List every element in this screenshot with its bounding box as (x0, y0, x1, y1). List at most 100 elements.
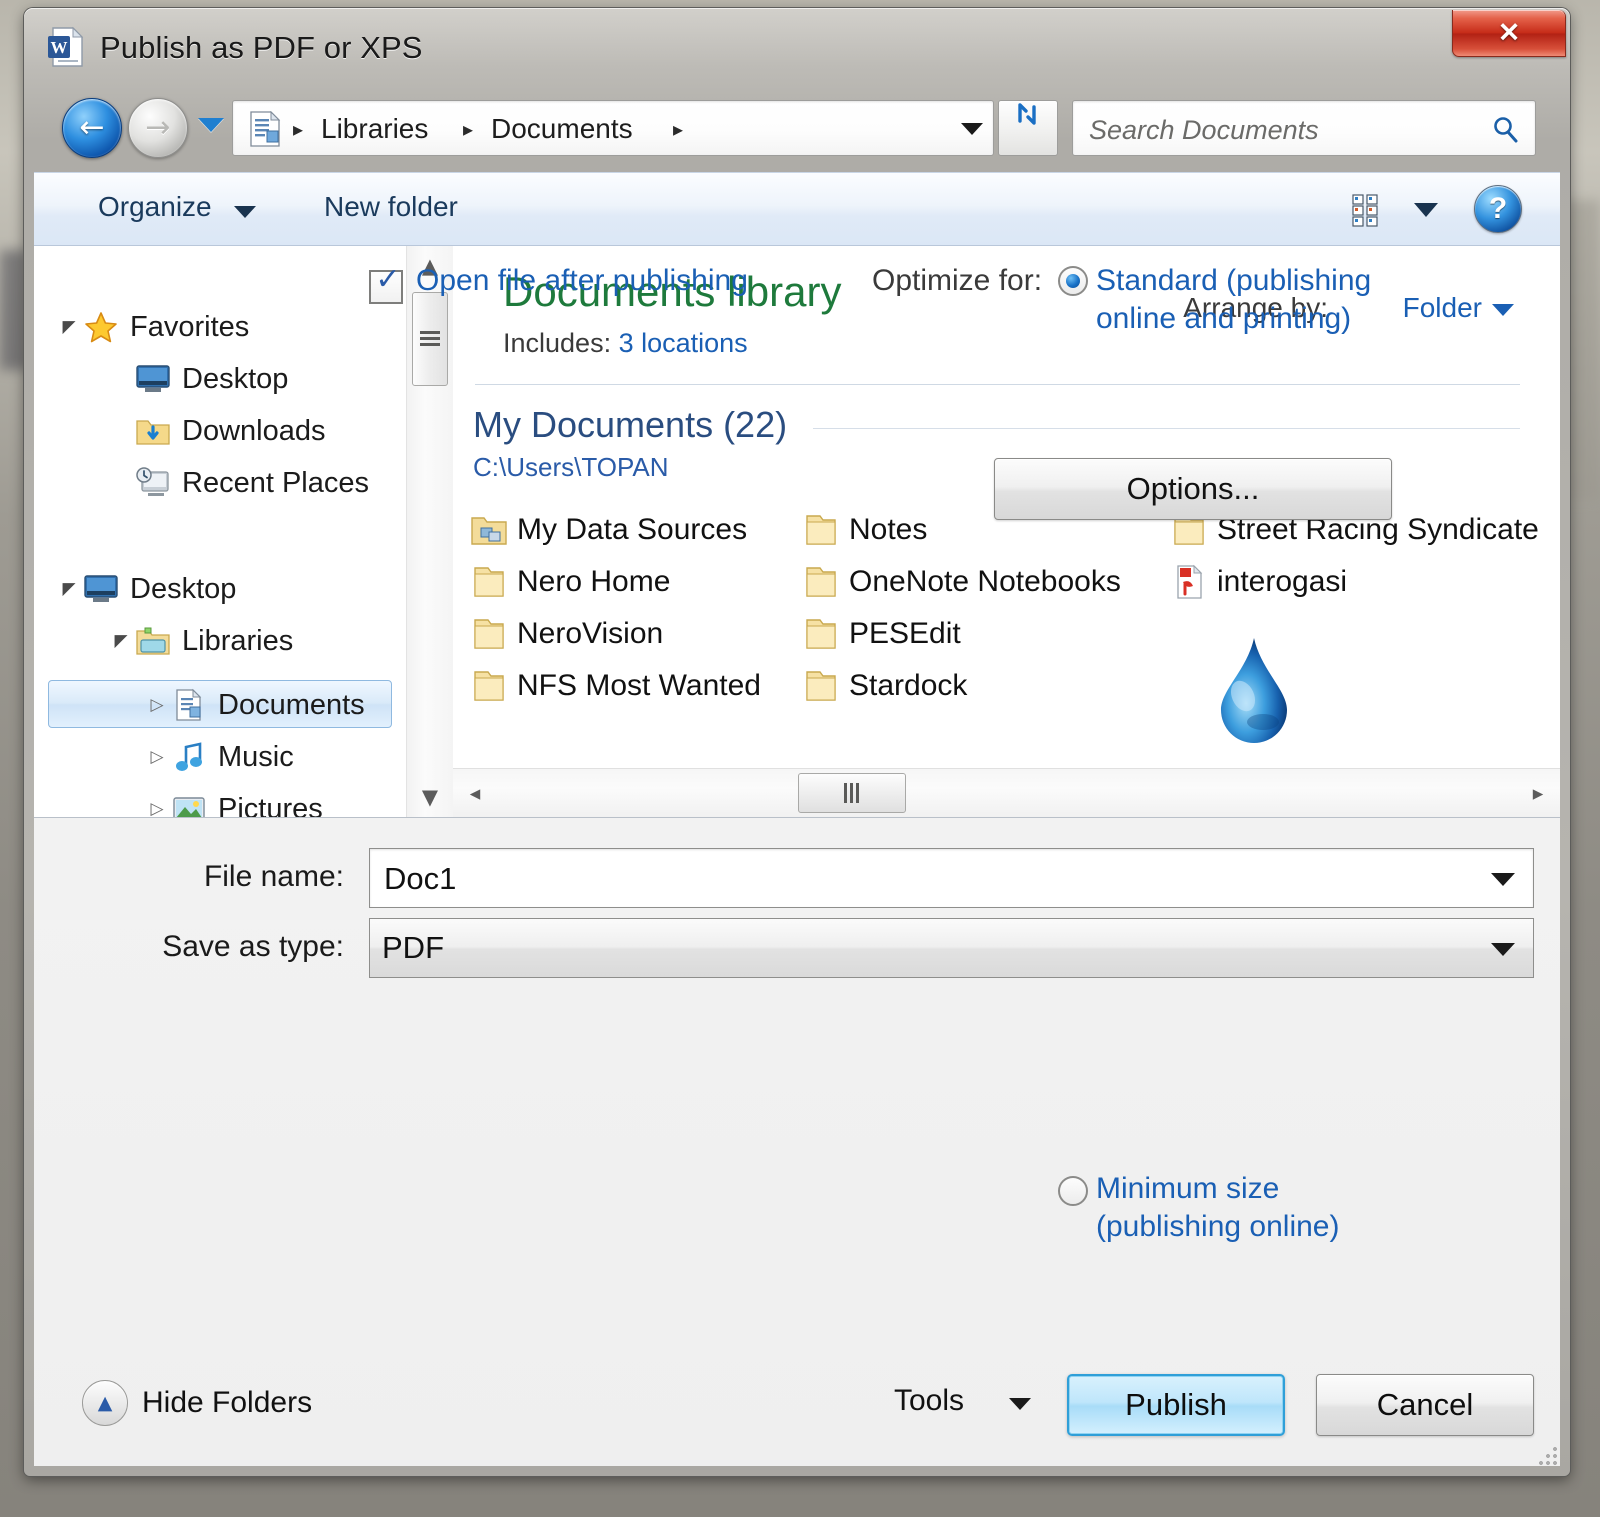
chevron-down-icon[interactable] (1492, 304, 1514, 316)
new-folder-button[interactable]: New folder (324, 191, 458, 223)
sidebar-item-libraries[interactable]: ◤ Libraries (108, 618, 293, 664)
chevron-down-icon[interactable] (1009, 1398, 1031, 1410)
radio-standard-label[interactable]: Standard (publishing online and printing… (1096, 262, 1416, 338)
filename-combobox[interactable] (369, 848, 1534, 909)
pdf-file-icon (1169, 562, 1209, 602)
forward-button[interactable]: → (128, 98, 188, 158)
close-button[interactable]: ✕ (1452, 10, 1566, 57)
list-item[interactable]: interogasi (1169, 556, 1347, 608)
tools-button[interactable]: Tools (894, 1384, 964, 1418)
list-item[interactable]: Notes (801, 504, 927, 556)
list-item-label: Nero Home (517, 565, 671, 598)
expander-open-icon[interactable]: ◤ (56, 317, 82, 337)
list-item[interactable]: My Data Sources (469, 504, 747, 556)
scroll-left-arrow[interactable]: ◂ (453, 769, 497, 817)
sidebar-item-label: Downloads (182, 414, 326, 447)
address-dropdown-icon[interactable] (961, 123, 983, 135)
open-after-publishing-checkbox[interactable]: ✓ (369, 262, 403, 304)
folder-icon (469, 562, 509, 602)
organize-button[interactable]: Organize (98, 191, 212, 223)
filename-input[interactable] (382, 849, 1476, 909)
navigation-scrollbar[interactable]: ▲ ▼ (406, 246, 453, 817)
list-item[interactable]: PESEdit (801, 608, 961, 660)
search-magnifier-icon[interactable] (1491, 114, 1521, 144)
help-button[interactable]: ? (1474, 185, 1522, 233)
open-after-publishing-label[interactable]: Open file after publishing (416, 264, 748, 298)
radio-standard[interactable] (1058, 266, 1088, 296)
sidebar-item-label: Favorites (130, 310, 250, 343)
chevron-down-icon[interactable] (1491, 873, 1515, 886)
sidebar-item-label: Recent Places (182, 466, 369, 499)
address-bar[interactable]: ▸ Libraries ▸ Documents ▸ (232, 100, 994, 156)
expander-open-icon[interactable]: ◤ (56, 579, 82, 599)
publish-button[interactable]: Publish (1067, 1374, 1285, 1436)
scrollbar-thumb[interactable] (412, 292, 448, 386)
breadcrumb-separator: ▸ (673, 117, 684, 141)
list-item-label: Notes (849, 513, 928, 546)
navigation-pane: ◤ Favorites Desktop Downloads Recent Pla… (34, 246, 406, 817)
list-item[interactable]: NFS Most Wanted (469, 660, 761, 712)
libraries-icon (134, 624, 172, 658)
sidebar-item-favorites[interactable]: ◤ Favorites (56, 304, 249, 350)
documents-icon (170, 688, 208, 722)
sidebar-item-label: Pictures (218, 792, 323, 818)
sidebar-item-downloads[interactable]: Downloads (108, 408, 325, 454)
scrollbar-grip-icon (420, 331, 440, 347)
water-droplet-icon (1221, 638, 1287, 743)
back-button[interactable]: ← (62, 98, 122, 158)
chevron-down-icon[interactable] (1491, 943, 1515, 956)
scrollbar-thumb[interactable] (798, 773, 906, 813)
chevron-down-icon[interactable] (234, 206, 256, 218)
desktop-icon (134, 362, 172, 396)
expander-closed-icon[interactable]: ▷ (144, 747, 170, 767)
chevron-down-icon[interactable] (1414, 203, 1438, 217)
help-question-icon: ? (1488, 192, 1508, 225)
history-dropdown-icon[interactable] (198, 118, 224, 132)
list-item[interactable]: NeroVision (469, 608, 663, 660)
search-box[interactable] (1072, 100, 1536, 159)
sidebar-item-desktop-root[interactable]: ◤ Desktop (56, 566, 236, 612)
refresh-button[interactable] (998, 100, 1058, 156)
sidebar-item-desktop-favorite[interactable]: Desktop (108, 356, 288, 402)
sidebar-item-documents[interactable]: ▷ Documents (144, 682, 365, 728)
list-item-label: Stardock (849, 669, 968, 702)
scrollbar-grip-icon (844, 783, 860, 803)
folder-icon (801, 562, 841, 602)
sidebar-item-label: Desktop (182, 362, 289, 395)
options-button[interactable]: Options... (994, 458, 1392, 520)
resize-grip-icon[interactable] (1536, 1444, 1560, 1468)
list-item-label: My Data Sources (517, 513, 748, 546)
cancel-button[interactable]: Cancel (1316, 1374, 1534, 1436)
pictures-icon (170, 792, 208, 817)
checkmark-icon: ✓ (375, 262, 401, 297)
dialog-window: W Publish as PDF or XPS ✕ ← → ▸ Librarie… (24, 8, 1570, 1476)
list-item[interactable]: OneNote Notebooks (801, 556, 1121, 608)
sidebar-item-pictures[interactable]: ▷ Pictures (144, 786, 323, 817)
sidebar-item-music[interactable]: ▷ Music (144, 734, 293, 780)
file-list-horizontal-scrollbar[interactable]: ◂ ▸ (453, 768, 1560, 817)
radio-minimum-size[interactable] (1058, 1176, 1088, 1206)
search-input[interactable] (1087, 101, 1481, 159)
sidebar-item-recent-places[interactable]: Recent Places (108, 460, 369, 506)
window-title: Publish as PDF or XPS (100, 30, 423, 65)
hide-folders-label: Hide Folders (142, 1386, 313, 1419)
library-includes: Includes: 3 locations (503, 328, 748, 359)
refresh-icon (1018, 103, 1036, 125)
breadcrumb-libraries[interactable]: Libraries (321, 113, 428, 145)
scroll-right-arrow[interactable]: ▸ (1516, 769, 1560, 817)
list-item[interactable]: Stardock (801, 660, 967, 712)
expander-open-icon[interactable]: ◤ (108, 631, 134, 651)
includes-locations-link[interactable]: 3 locations (619, 328, 748, 358)
savetype-combobox[interactable]: PDF (369, 918, 1534, 978)
expander-closed-icon[interactable]: ▷ (144, 695, 170, 715)
folder-icon (801, 510, 841, 550)
breadcrumb-documents[interactable]: Documents (491, 113, 633, 145)
hide-folders-button[interactable]: ▲ Hide Folders (82, 1380, 312, 1426)
view-details-icon[interactable] (1350, 191, 1388, 229)
radio-minimum-size-label[interactable]: Minimum size (publishing online) (1096, 1170, 1416, 1246)
expander-closed-icon[interactable]: ▷ (144, 799, 170, 817)
filename-label: File name: (203, 860, 344, 893)
scroll-down-arrow[interactable]: ▼ (407, 777, 453, 817)
list-item[interactable]: Nero Home (469, 556, 670, 608)
desktop-icon (82, 572, 120, 606)
